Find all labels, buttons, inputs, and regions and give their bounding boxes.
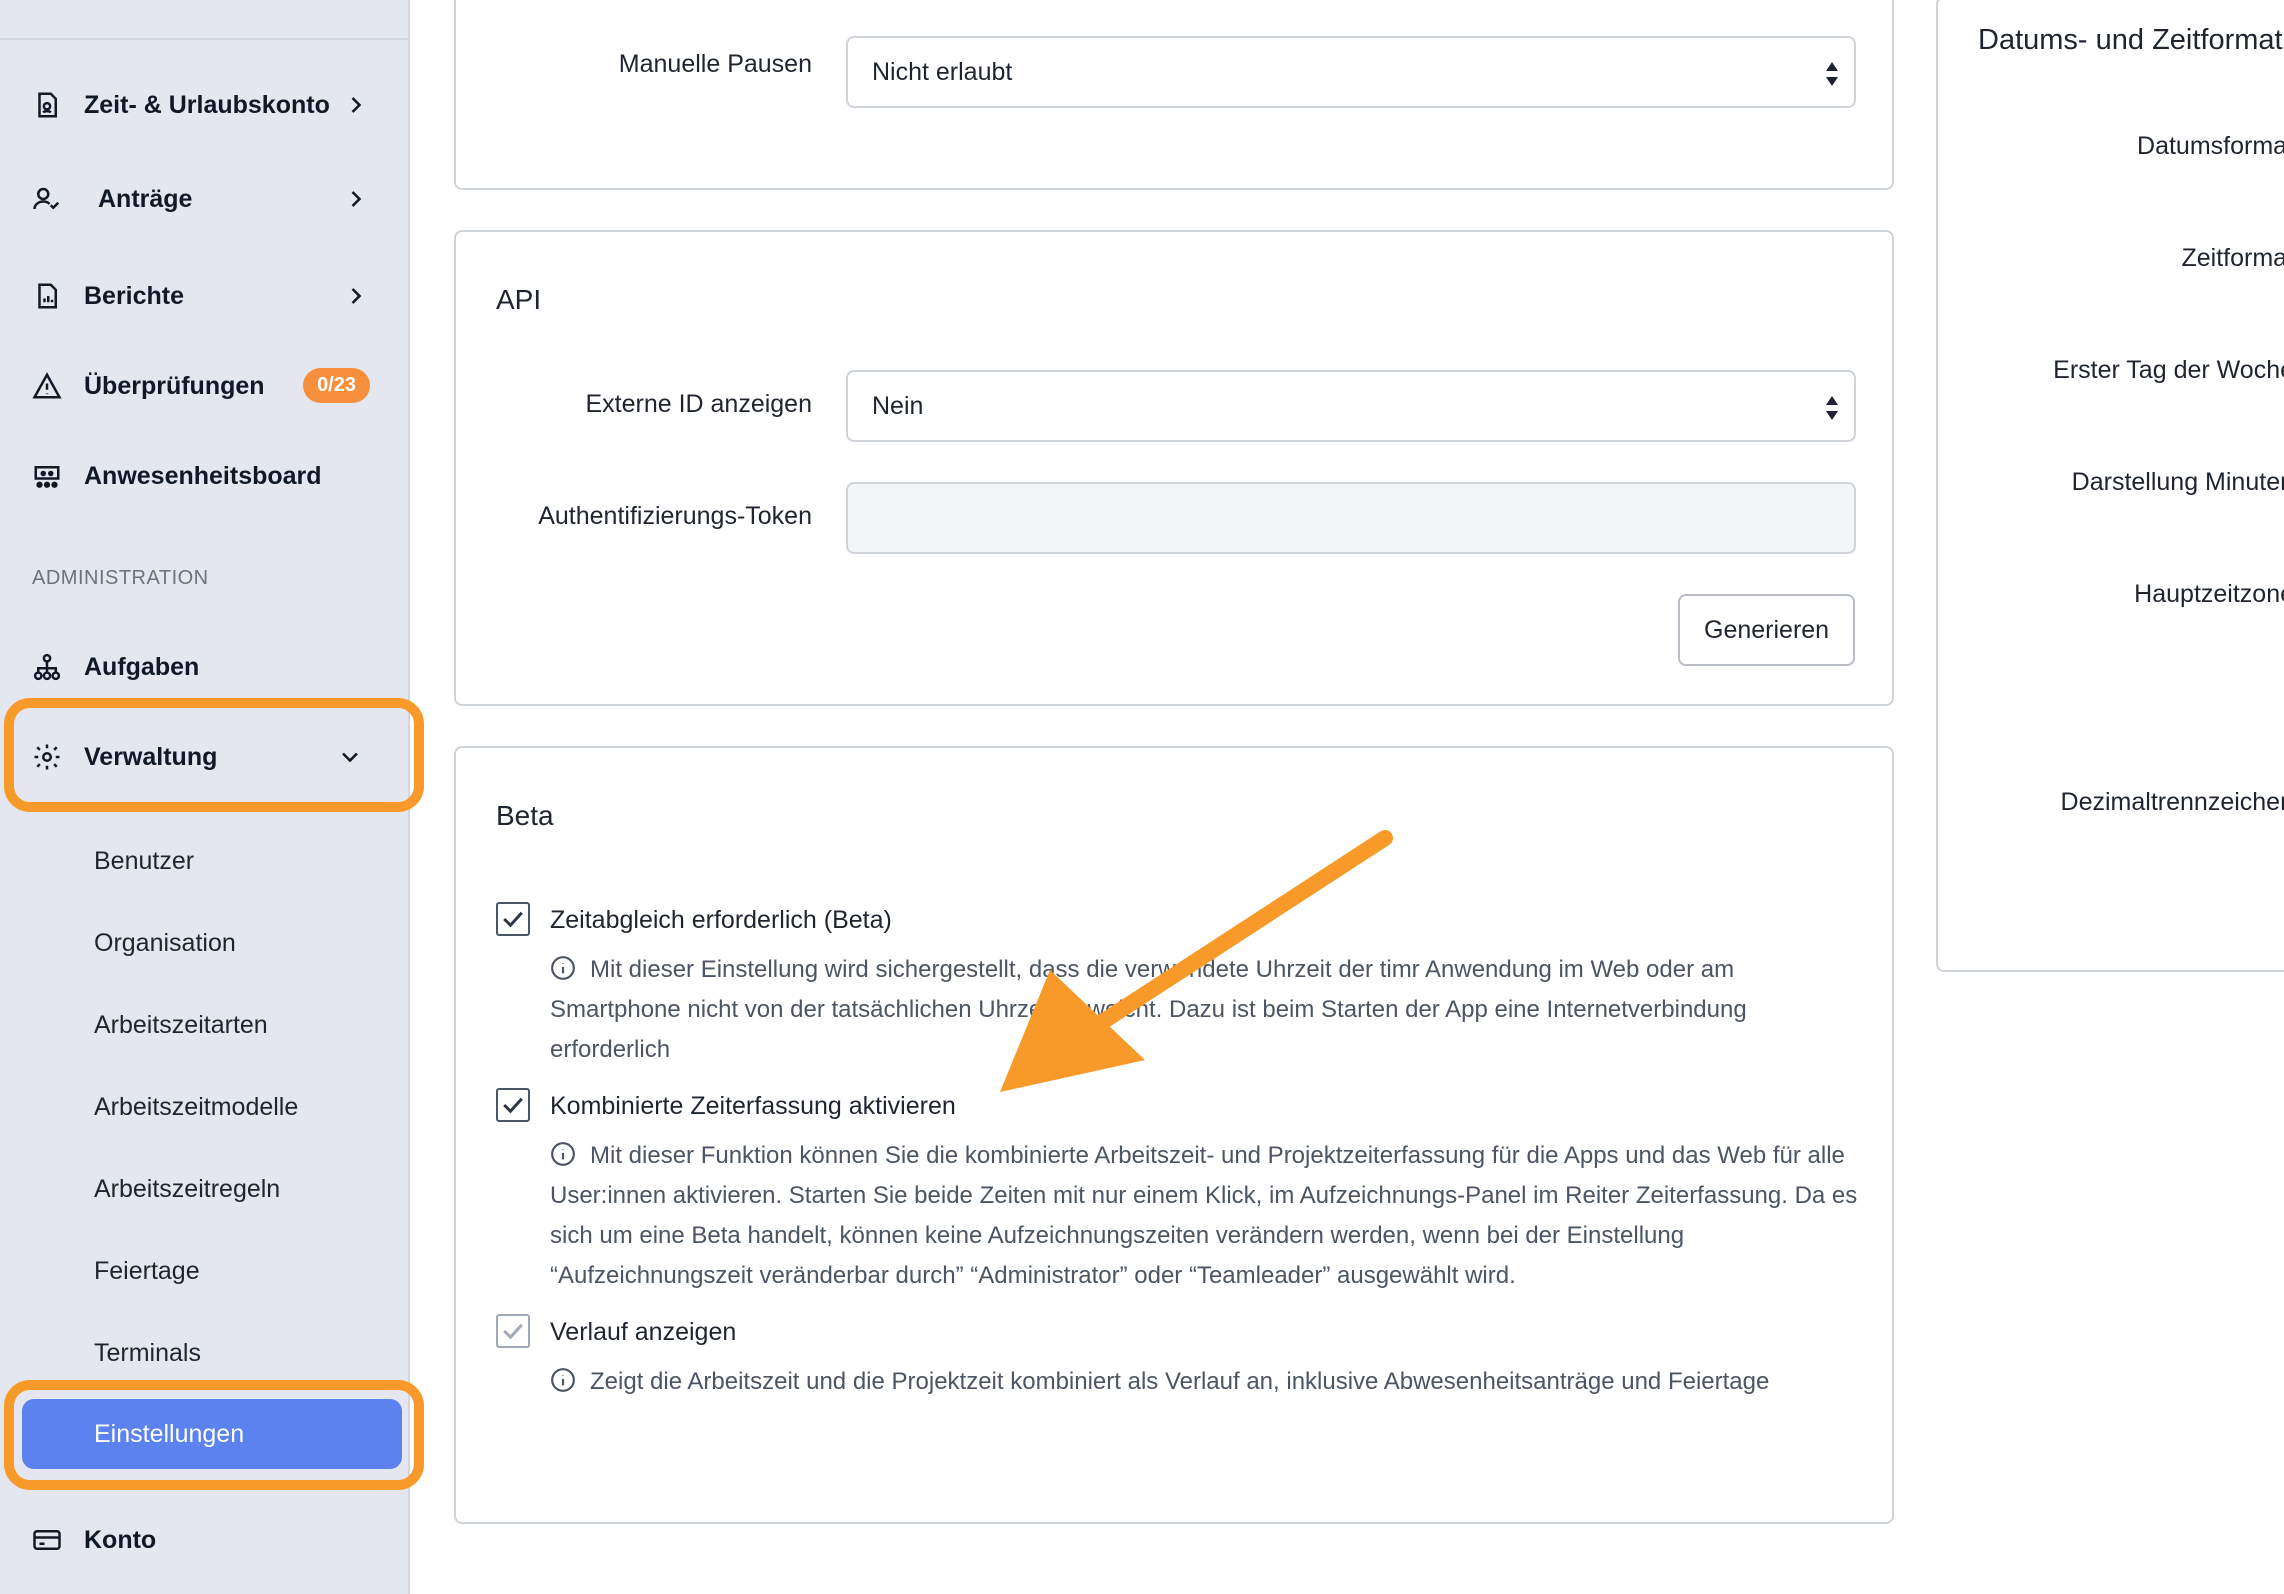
- select-arrows-icon: [1826, 396, 1838, 420]
- combined-tracking-description: Mit dieser Funktion können Sie die kombi…: [550, 1136, 1870, 1296]
- sidebar-item-time-account[interactable]: Zeit- & Urlaubskonto: [32, 75, 382, 135]
- time-format-label: Zeitformat: [2181, 244, 2284, 272]
- card-icon: [32, 1525, 62, 1555]
- combined-tracking-label: Kombinierte Zeiterfassung aktivieren: [550, 1092, 956, 1120]
- sidebar-subitem-organisation[interactable]: Organisation: [94, 918, 236, 968]
- pauses-panel: Manuelle Pausen Nicht erlaubt: [454, 0, 1894, 190]
- sidebar-item-requests[interactable]: Anträge: [32, 169, 382, 229]
- sidebar-subitem-work-time-rules[interactable]: Arbeitszeitregeln: [94, 1164, 280, 1214]
- sidebar-item-label: Zeit- & Urlaubskonto: [84, 90, 330, 119]
- sidebar-subitem-holidays[interactable]: Feiertage: [94, 1246, 200, 1296]
- gear-icon: [32, 742, 62, 772]
- section-label-administration: ADMINISTRATION: [32, 567, 209, 589]
- description-text: Mit dieser Funktion können Sie die kombi…: [550, 1142, 1858, 1289]
- sidebar-divider: [0, 38, 410, 40]
- manual-pauses-label: Manuelle Pausen: [618, 50, 812, 78]
- show-history-checkbox[interactable]: [496, 1314, 530, 1348]
- sidebar-item-account[interactable]: Konto: [32, 1510, 382, 1570]
- date-format-label: Datumsformat: [2137, 132, 2284, 160]
- sidebar-item-reviews[interactable]: Überprüfungen 0/23: [32, 356, 382, 416]
- warning-icon: [32, 371, 62, 401]
- sidebar-item-label: Aufgaben: [84, 652, 200, 681]
- sidebar-item-label: Verwaltung: [84, 742, 218, 771]
- hierarchy-icon: [32, 652, 62, 682]
- show-history-description: Zeigt die Arbeitszeit und die Projektzei…: [550, 1362, 1870, 1402]
- external-id-value: Nein: [872, 391, 924, 420]
- first-day-of-week-label: Erster Tag der Woche: [2053, 356, 2284, 384]
- auth-token-label: Authentifizierungs-Token: [538, 502, 812, 530]
- api-panel-title: API: [496, 284, 542, 315]
- date-time-format-panel: Datums- und Zeitformat Datumsformat Zeit…: [1936, 0, 2284, 972]
- main-timezone-label: Hauptzeitzone: [2134, 580, 2284, 608]
- description-text: Zeigt die Arbeitszeit und die Projektzei…: [590, 1368, 1770, 1395]
- info-icon: [551, 1368, 575, 1392]
- date-time-format-title: Datums- und Zeitformat: [1978, 24, 2283, 56]
- external-id-select[interactable]: Nein: [846, 370, 1856, 442]
- generate-button[interactable]: Generieren: [1678, 594, 1856, 666]
- decimal-separator-label: Dezimaltrennzeichen: [2060, 788, 2284, 816]
- sidebar-item-label: Anträge: [98, 184, 193, 213]
- check-icon: [503, 911, 523, 928]
- select-arrows-icon: [1826, 62, 1838, 86]
- auth-token-field[interactable]: [846, 482, 1856, 554]
- manual-pauses-value: Nicht erlaubt: [872, 57, 1013, 86]
- sidebar-item-label: Berichte: [84, 281, 185, 310]
- sidebar-item-label: Anwesenheitsboard: [84, 461, 322, 490]
- sidebar-item-label: Konto: [84, 1525, 157, 1554]
- user-check-icon: [32, 184, 62, 214]
- sidebar-subitem-work-time-types[interactable]: Arbeitszeitarten: [94, 1000, 268, 1050]
- report-icon: [32, 281, 62, 311]
- minutes-display-label: Darstellung Minuten: [2071, 468, 2284, 496]
- combined-tracking-checkbox[interactable]: [496, 1088, 530, 1122]
- sidebar-subitem-terminals[interactable]: Terminals: [94, 1328, 201, 1378]
- sidebar-item-presence-board[interactable]: Anwesenheitsboard: [32, 446, 382, 506]
- sidebar-item-label: Überprüfungen: [84, 371, 265, 400]
- manual-pauses-select[interactable]: Nicht erlaubt: [846, 36, 1856, 108]
- api-panel: API Externe ID anzeigen Nein Authentifiz…: [454, 230, 1894, 706]
- check-icon: [503, 1323, 523, 1340]
- info-icon: [551, 1142, 575, 1166]
- external-id-label: Externe ID anzeigen: [585, 390, 812, 418]
- sidebar-item-reports[interactable]: Berichte: [32, 266, 382, 326]
- chevron-down-icon: [336, 743, 364, 771]
- sidebar-subitem-users[interactable]: Benutzer: [94, 836, 194, 886]
- time-account-icon: [32, 90, 62, 120]
- time-sync-label: Zeitabgleich erforderlich (Beta): [550, 906, 892, 934]
- sidebar-item-management[interactable]: Verwaltung: [32, 727, 382, 787]
- highlight-annotation: [4, 1380, 424, 1490]
- sidebar-item-tasks[interactable]: Aufgaben: [32, 637, 382, 697]
- check-icon: [503, 1097, 523, 1114]
- beta-panel-title: Beta: [496, 800, 554, 831]
- presence-board-icon: [32, 461, 62, 491]
- sidebar-subitem-work-time-models[interactable]: Arbeitszeitmodelle: [94, 1082, 298, 1132]
- chevron-right-icon: [342, 282, 370, 310]
- review-count-badge: 0/23: [303, 368, 370, 403]
- arrow-annotation: [1000, 830, 1393, 1092]
- time-sync-checkbox[interactable]: [496, 902, 530, 936]
- chevron-right-icon: [342, 91, 370, 119]
- sidebar: Zeit- & Urlaubskonto Anträge Berichte Üb…: [0, 0, 424, 1594]
- chevron-right-icon: [342, 185, 370, 213]
- info-icon: [551, 956, 575, 980]
- show-history-label: Verlauf anzeigen: [550, 1318, 737, 1346]
